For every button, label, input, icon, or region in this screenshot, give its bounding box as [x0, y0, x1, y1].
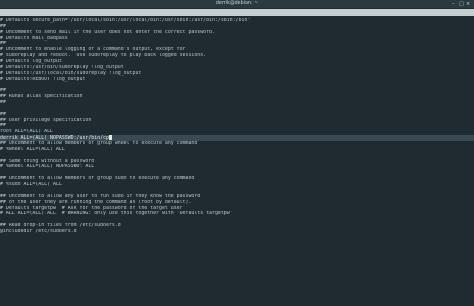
- text-cursor: [108, 135, 112, 141]
- window-title: derrik@debian: ~: [215, 1, 259, 6]
- terminal-window: derrik@debian: ~ – □ × GNU nano 3.2 /etc…: [0, 0, 474, 306]
- minimize-icon[interactable]: –: [452, 0, 455, 8]
- window-titlebar[interactable]: derrik@debian: ~ – □ ×: [0, 0, 474, 8]
- close-icon[interactable]: ×: [466, 0, 470, 8]
- nano-title-bar: GNU nano 3.2 /etc/sudoers.tmp: [0, 9, 474, 29]
- editor-line[interactable]: @includedir /etc/sudoers.d: [0, 229, 474, 235]
- editor-text-area[interactable]: # Defaults secure_path="/usr/local/sbin:…: [0, 18, 474, 306]
- maximize-icon[interactable]: □: [459, 0, 464, 8]
